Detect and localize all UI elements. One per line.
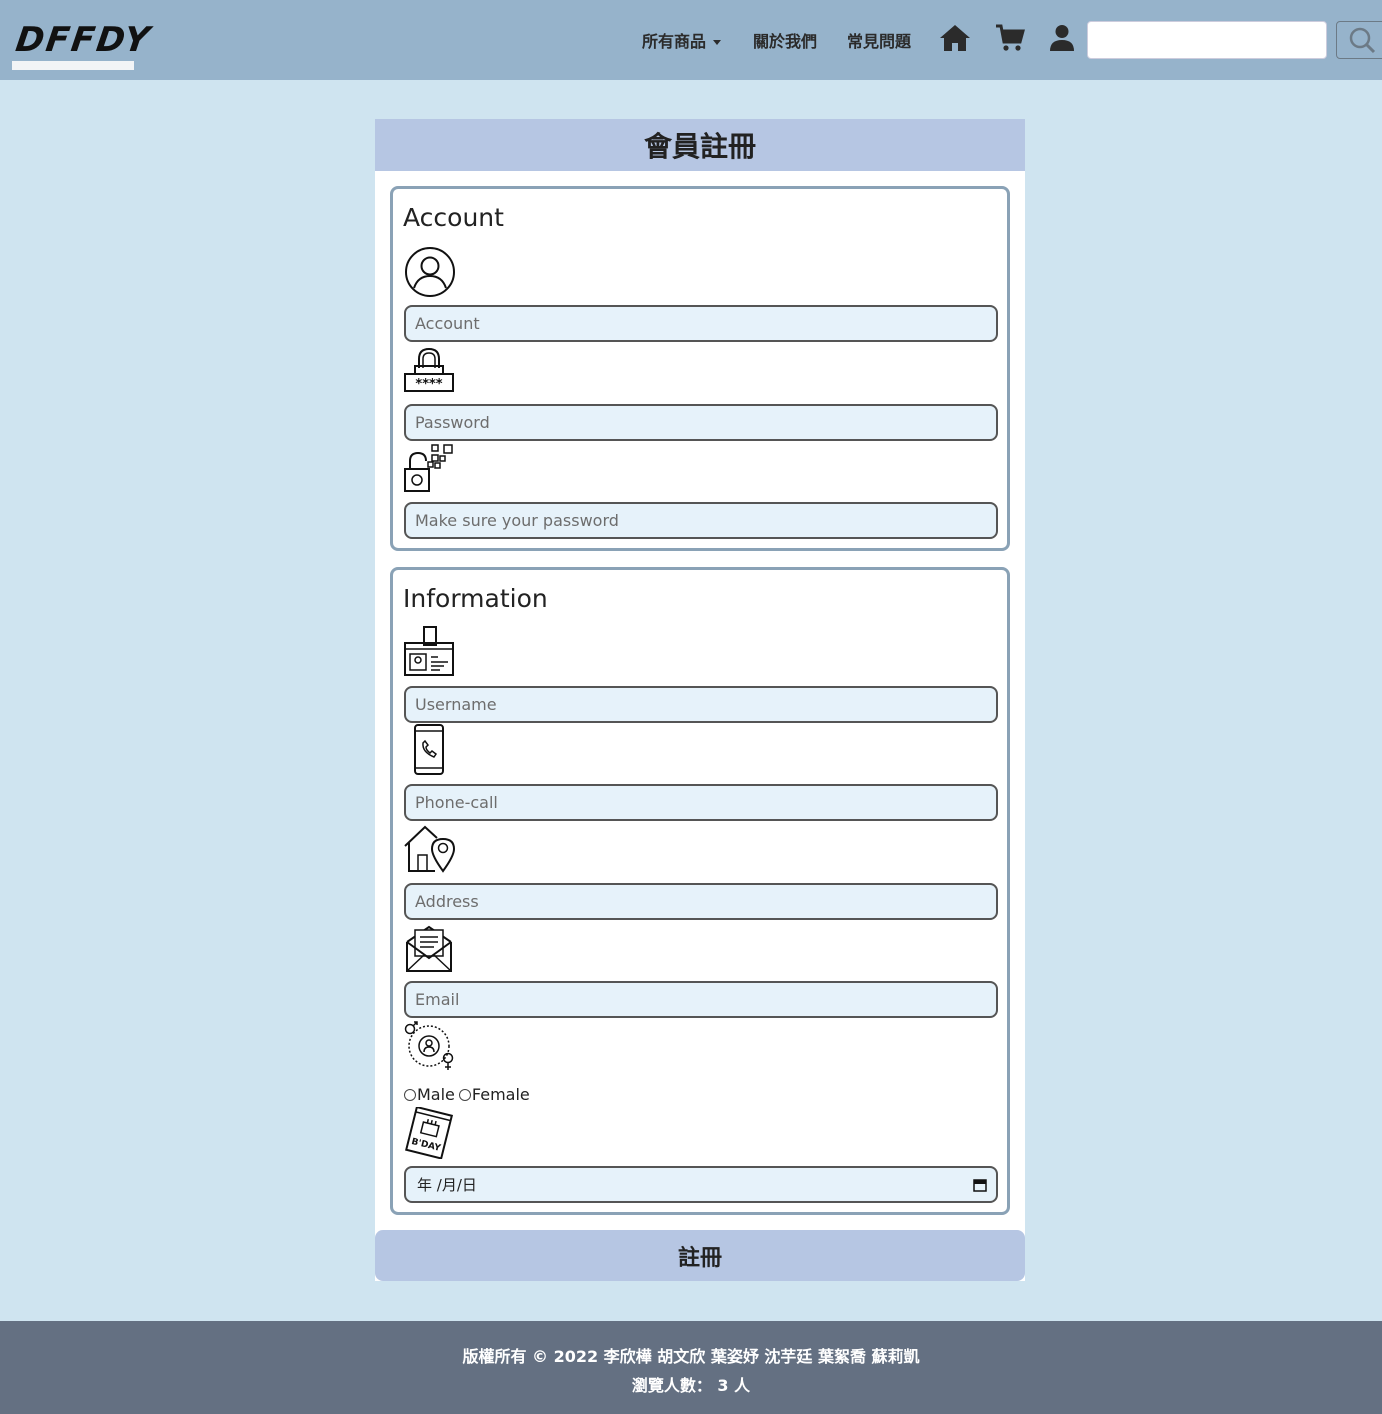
footer-visitor-count: 瀏覽人數： 3 人 [631,1376,751,1395]
cart-icon[interactable] [995,24,1025,52]
page-title: 會員註冊 [375,119,1025,171]
nav-about-link[interactable]: 關於我們 [753,28,817,52]
brand-logo-text: DFFDY [13,20,154,60]
gender-female-label[interactable]: Female [472,1085,530,1104]
gender-female-radio[interactable] [458,1088,471,1101]
svg-text:****: **** [415,377,442,392]
birthday-date-input[interactable]: 年 /月/日 [404,1166,998,1203]
unlock-qr-icon [404,444,453,492]
user-icon[interactable] [1049,24,1075,52]
email-input[interactable] [404,981,998,1018]
account-legend: Account [403,203,504,232]
register-submit-button[interactable]: 註冊 [375,1230,1025,1281]
footer-copyright: 版權所有 © 2022 李欣樺 胡文欣 葉姿妤 沈芋廷 葉絮喬 蘇莉凱 [462,1347,920,1366]
information-fieldset: Information Username Phone-call Address … [390,567,1010,1215]
gender-male-label[interactable]: Male [417,1085,455,1104]
navbar: DFFDY 所有商品 關於我們 常見問題 [0,0,1382,80]
brand-logo-underline [12,61,134,70]
phone-icon [414,724,444,775]
gender-male-radio[interactable] [404,1088,416,1101]
home-icon[interactable] [939,24,971,52]
password-lock-icon: **** [404,347,454,392]
nav-faq-link[interactable]: 常見問題 [847,28,911,52]
id-card-icon [404,626,454,676]
nav-products-label: 所有商品 [642,32,707,51]
username-input[interactable] [404,686,998,723]
register-card: 會員註冊 Account **** [375,119,1025,1281]
search-button[interactable] [1336,21,1382,59]
birthday-date-value: 年 /月/日 [417,1176,477,1194]
caret-down-icon [713,40,722,45]
email-envelope-icon [406,925,452,972]
gender-radio-group: Male Female [404,1085,530,1104]
home-location-icon [404,825,456,873]
address-input[interactable] [404,883,998,920]
confirm-password-input[interactable] [404,502,998,539]
footer: 版權所有 © 2022 李欣樺 胡文欣 葉姿妤 沈芋廷 葉絮喬 蘇莉凱 瀏覽人數… [0,1321,1382,1414]
calendar-icon[interactable] [973,1178,987,1192]
account-input[interactable] [404,305,998,342]
search-icon [1349,27,1376,54]
gender-icon [404,1021,454,1070]
account-fieldset: Account **** [390,186,1010,551]
password-input[interactable] [404,404,998,441]
phone-input[interactable] [404,784,998,821]
brand-logo[interactable]: DFFDY [12,18,154,70]
search-input[interactable] [1087,21,1327,59]
user-avatar-icon [405,247,455,297]
information-legend: Information [403,584,548,613]
birthday-icon: B'DAY [405,1107,454,1159]
nav-products-dropdown[interactable]: 所有商品 [642,28,722,52]
